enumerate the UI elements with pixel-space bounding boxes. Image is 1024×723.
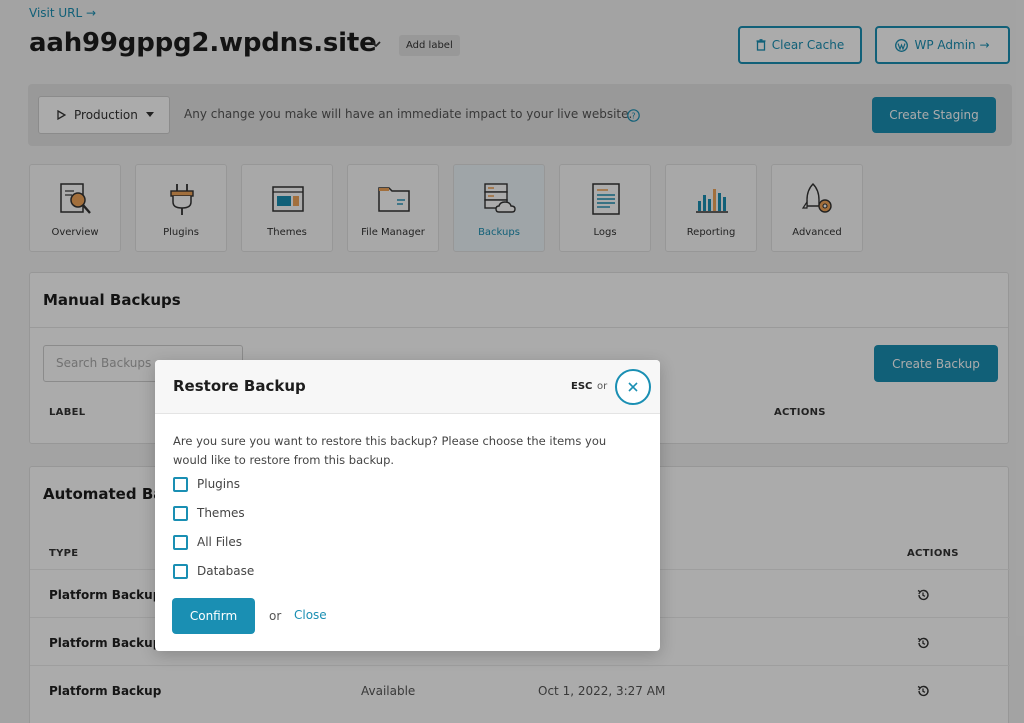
restore-option-themes[interactable]: Themes bbox=[173, 504, 245, 522]
option-label: All Files bbox=[197, 535, 243, 549]
confirm-button[interactable]: Confirm bbox=[172, 598, 255, 634]
checkbox[interactable] bbox=[173, 563, 188, 579]
modal-close-button[interactable] bbox=[615, 369, 651, 405]
close-icon bbox=[628, 382, 638, 392]
page: Visit URL → aah99gppg2.wpdns.site Add la… bbox=[0, 0, 1024, 723]
checkbox[interactable] bbox=[173, 534, 188, 550]
close-link[interactable]: Close bbox=[294, 608, 327, 622]
restore-option-all-files[interactable]: All Files bbox=[173, 533, 242, 551]
modal-message: Are you sure you want to restore this ba… bbox=[173, 434, 607, 467]
option-label: Themes bbox=[197, 506, 245, 520]
restore-option-plugins[interactable]: Plugins bbox=[173, 475, 240, 493]
modal-title: Restore Backup bbox=[173, 377, 306, 395]
option-label: Plugins bbox=[197, 477, 240, 491]
esc-hint: ESC bbox=[571, 381, 593, 392]
or-text: or bbox=[597, 381, 608, 392]
or-text: or bbox=[269, 609, 282, 623]
checkbox[interactable] bbox=[173, 505, 188, 521]
modal-header: Restore Backup ESC or bbox=[155, 360, 660, 414]
restore-option-database[interactable]: Database bbox=[173, 562, 254, 580]
restore-backup-modal: Restore Backup ESC or Are you sure you w… bbox=[155, 360, 660, 651]
option-label: Database bbox=[197, 564, 255, 578]
checkbox[interactable] bbox=[173, 476, 188, 492]
